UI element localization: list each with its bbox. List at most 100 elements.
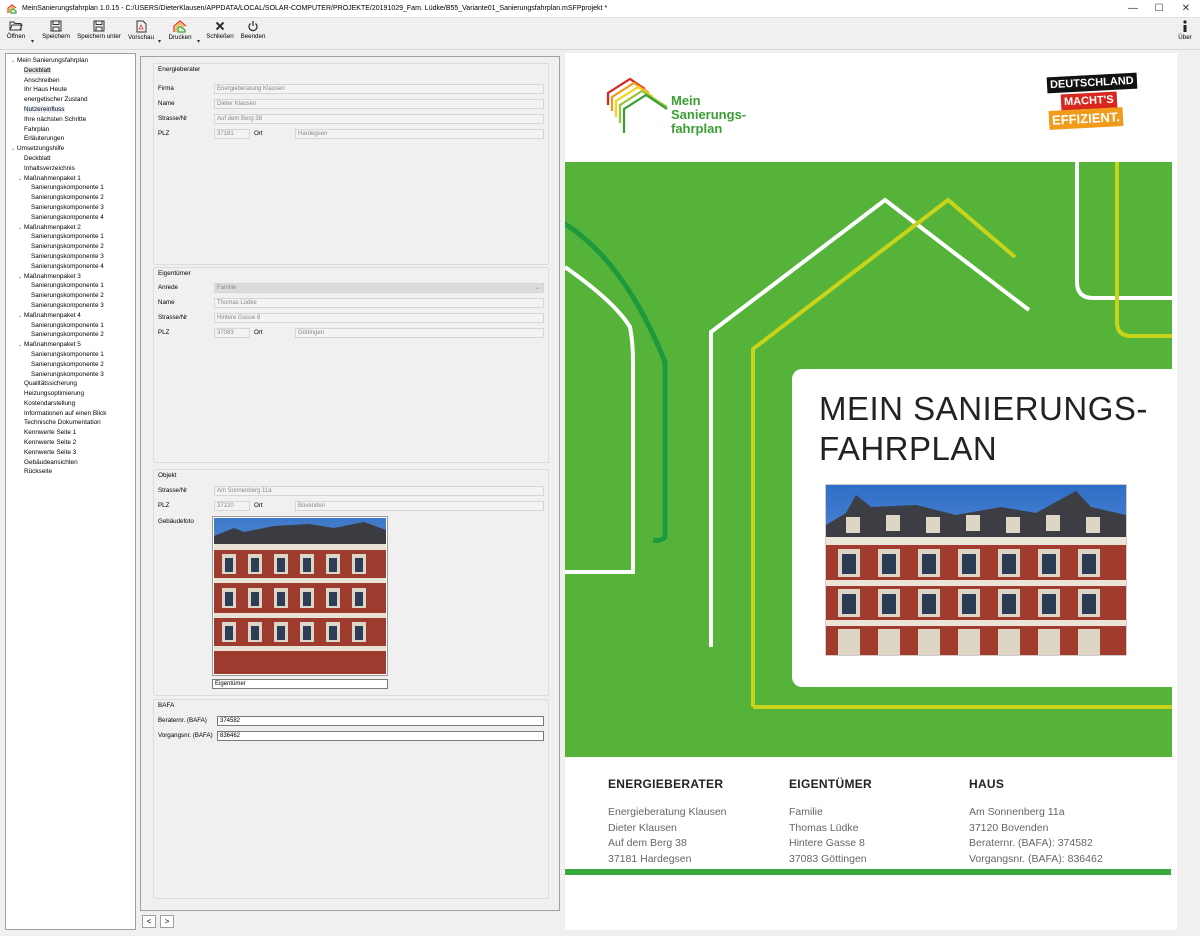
vorgangsnr-field[interactable]: 836462 [217, 731, 544, 741]
save-label: Speichern [42, 33, 70, 40]
tree-item[interactable]: Nutzereinfluss [6, 105, 135, 115]
tree-item[interactable]: Sanierungskomponente 2 [6, 242, 135, 252]
building-photo-frame[interactable] [212, 516, 388, 676]
info-icon [1183, 20, 1187, 32]
tree-item[interactable]: Inhaltsverzeichnis [6, 164, 135, 174]
close-window-button[interactable]: ✕ [1172, 0, 1200, 18]
tree-item[interactable]: ⌄ Umsetzungshilfe [6, 144, 135, 154]
previous-page-button[interactable]: < [142, 915, 156, 928]
preview-scroll-area[interactable] [1177, 53, 1195, 930]
owner-strasse-field[interactable]: Hintere Gasse 8 [214, 313, 544, 323]
tree-item[interactable]: Informationen auf einen Blick [6, 409, 135, 419]
tree-item-label: Sanierungskomponente 1 [31, 350, 104, 358]
tree-item[interactable]: Ihre nächsten Schritte [6, 115, 135, 125]
haus-heading: HAUS [969, 777, 1005, 791]
tree-item[interactable]: Deckblatt [6, 154, 135, 164]
objekt-title: Objekt [158, 472, 177, 479]
tree-item[interactable]: Technische Dokumentation [6, 418, 135, 428]
tree-item[interactable]: energetischer Zustand [6, 95, 135, 105]
name-field[interactable]: Dieter Klausen [214, 99, 544, 109]
print-dropdown-arrow[interactable]: ▾ [197, 38, 200, 45]
photo-caption-field[interactable]: Eigentümer [212, 679, 388, 689]
tree-item[interactable]: Sanierungskomponente 1 [6, 321, 135, 331]
eigentuemer-heading: EIGENTÜMER [789, 777, 873, 791]
tree-item[interactable]: ⌄ Mein Sanierungsfahrplan [6, 56, 135, 66]
tree-item[interactable]: Sanierungskomponente 1 [6, 232, 135, 242]
firma-field[interactable]: Energieberatung Klausen [214, 84, 544, 94]
tree-item[interactable]: Sanierungskomponente 3 [6, 252, 135, 262]
sanierungsfahrplan-logo-icon [606, 77, 668, 133]
navigation-tree[interactable]: ⌄ Mein Sanierungsfahrplan Deckblatt Anschre… [5, 53, 136, 930]
tree-item[interactable]: Rückseite [6, 467, 135, 477]
tree-item[interactable]: Sanierungskomponente 2 [6, 193, 135, 203]
maximize-button[interactable]: ☐ [1145, 0, 1173, 18]
tree-item[interactable]: Sanierungskomponente 2 [6, 360, 135, 370]
tree-item[interactable]: Kennwerte Seite 2 [6, 438, 135, 448]
tree-item[interactable]: Erläuterungen [6, 134, 135, 144]
tree-item[interactable]: ⌄ Maßnahmenpaket 1 [6, 174, 135, 184]
tree-item[interactable]: Sanierungskomponente 1 [6, 183, 135, 193]
objekt-group: Objekt Strasse/Nr Am Sonnenberg 11a PLZ … [153, 469, 549, 696]
tree-item[interactable]: Kennwerte Seite 3 [6, 448, 135, 458]
tree-item[interactable]: Ihr Haus Heute [6, 85, 135, 95]
tree-item[interactable]: Sanierungskomponente 1 [6, 350, 135, 360]
close-project-button[interactable]: Schließen [205, 20, 235, 48]
tree-item[interactable]: Sanierungskomponente 4 [6, 262, 135, 272]
tree-item[interactable]: ⌄ Maßnahmenpaket 3 [6, 272, 135, 282]
open-dropdown-arrow[interactable]: ▾ [31, 38, 34, 45]
exit-button[interactable]: Beenden [239, 20, 267, 48]
open-button[interactable]: Öffnen [4, 20, 28, 48]
next-page-button[interactable]: > [160, 915, 174, 928]
about-button[interactable]: Über [1175, 20, 1195, 48]
objekt-strasse-field[interactable]: Am Sonnenberg 11a [214, 486, 544, 496]
tree-item[interactable]: Kostendarstellung [6, 399, 135, 409]
plz-field[interactable]: 37181 [214, 129, 250, 139]
tree-item[interactable]: ⌄ Maßnahmenpaket 4 [6, 311, 135, 321]
close-x-icon [215, 21, 225, 31]
minimize-button[interactable]: — [1119, 0, 1147, 18]
objekt-ort-field[interactable]: Bovenden [295, 501, 544, 511]
tree-item[interactable]: Qualitätssicherung [6, 379, 135, 389]
owner-name-field[interactable]: Thomas Lüdke [214, 298, 544, 308]
tree-item[interactable]: Anschreiben [6, 76, 135, 86]
tree-item[interactable]: Sanierungskomponente 3 [6, 370, 135, 380]
tree-item[interactable]: Sanierungskomponente 3 [6, 301, 135, 311]
tree-item-label: Fahrplan [24, 125, 50, 133]
tree-item[interactable]: Fahrplan [6, 125, 135, 135]
print-button[interactable]: Drucken [167, 20, 193, 48]
open-label: Öffnen [6, 33, 26, 40]
objekt-plz-field[interactable]: 37120 [214, 501, 250, 511]
tree-item[interactable]: Sanierungskomponente 1 [6, 281, 135, 291]
tree-item-label: Sanierungskomponente 1 [31, 233, 104, 241]
anrede-select[interactable]: Familie ⌄ [214, 283, 544, 293]
owner-plz-field[interactable]: 37083 [214, 328, 250, 338]
save-disk-icon [50, 20, 62, 32]
strasse-field[interactable]: Auf dem Berg 38 [214, 114, 544, 124]
beraternr-label: Beraternr. (BAFA) [158, 717, 207, 724]
tree-item[interactable]: Deckblatt [6, 66, 135, 76]
tree-item[interactable]: ⌄ Maßnahmenpaket 5 [6, 340, 135, 350]
tree-item[interactable]: Sanierungskomponente 4 [6, 213, 135, 223]
preview-button[interactable]: Vorschau [127, 20, 155, 48]
tree-item[interactable]: Heizungsoptimierung [6, 389, 135, 399]
tree-item[interactable]: Sanierungskomponente 2 [6, 291, 135, 301]
eigentuemer-info-column: EIGENTÜMER Familie Thomas Lüdke Hintere … [789, 777, 959, 867]
tree-item-label: Sanierungskomponente 2 [31, 292, 104, 300]
ort-field[interactable]: Hardegsen [295, 129, 544, 139]
tree-item[interactable]: Kennwerte Seite 1 [6, 428, 135, 438]
haus-line: Beraternr. (BAFA): 374582 [969, 837, 1093, 849]
exit-label: Beenden [240, 33, 266, 40]
beraternr-field[interactable]: 374582 [217, 716, 544, 726]
tree-item[interactable]: Sanierungskomponente 3 [6, 203, 135, 213]
haus-line: 37120 Bovenden [969, 821, 1049, 834]
save-button[interactable]: Speichern [40, 20, 72, 48]
tree-item[interactable]: Sanierungskomponente 2 [6, 330, 135, 340]
tree-item-label: Umsetzungshilfe [17, 145, 65, 153]
save-as-button[interactable]: Speichern unter [75, 20, 123, 48]
preview-dropdown-arrow[interactable]: ▾ [158, 38, 161, 45]
close-project-label: Schließen [206, 33, 234, 40]
owner-ort-field[interactable]: Göttingen [295, 328, 544, 338]
tree-item[interactable]: Gebäudeansichten [6, 458, 135, 468]
tree-item[interactable]: ⌄ Maßnahmenpaket 2 [6, 223, 135, 233]
badge-line-1: DEUTSCHLAND [1046, 72, 1138, 94]
